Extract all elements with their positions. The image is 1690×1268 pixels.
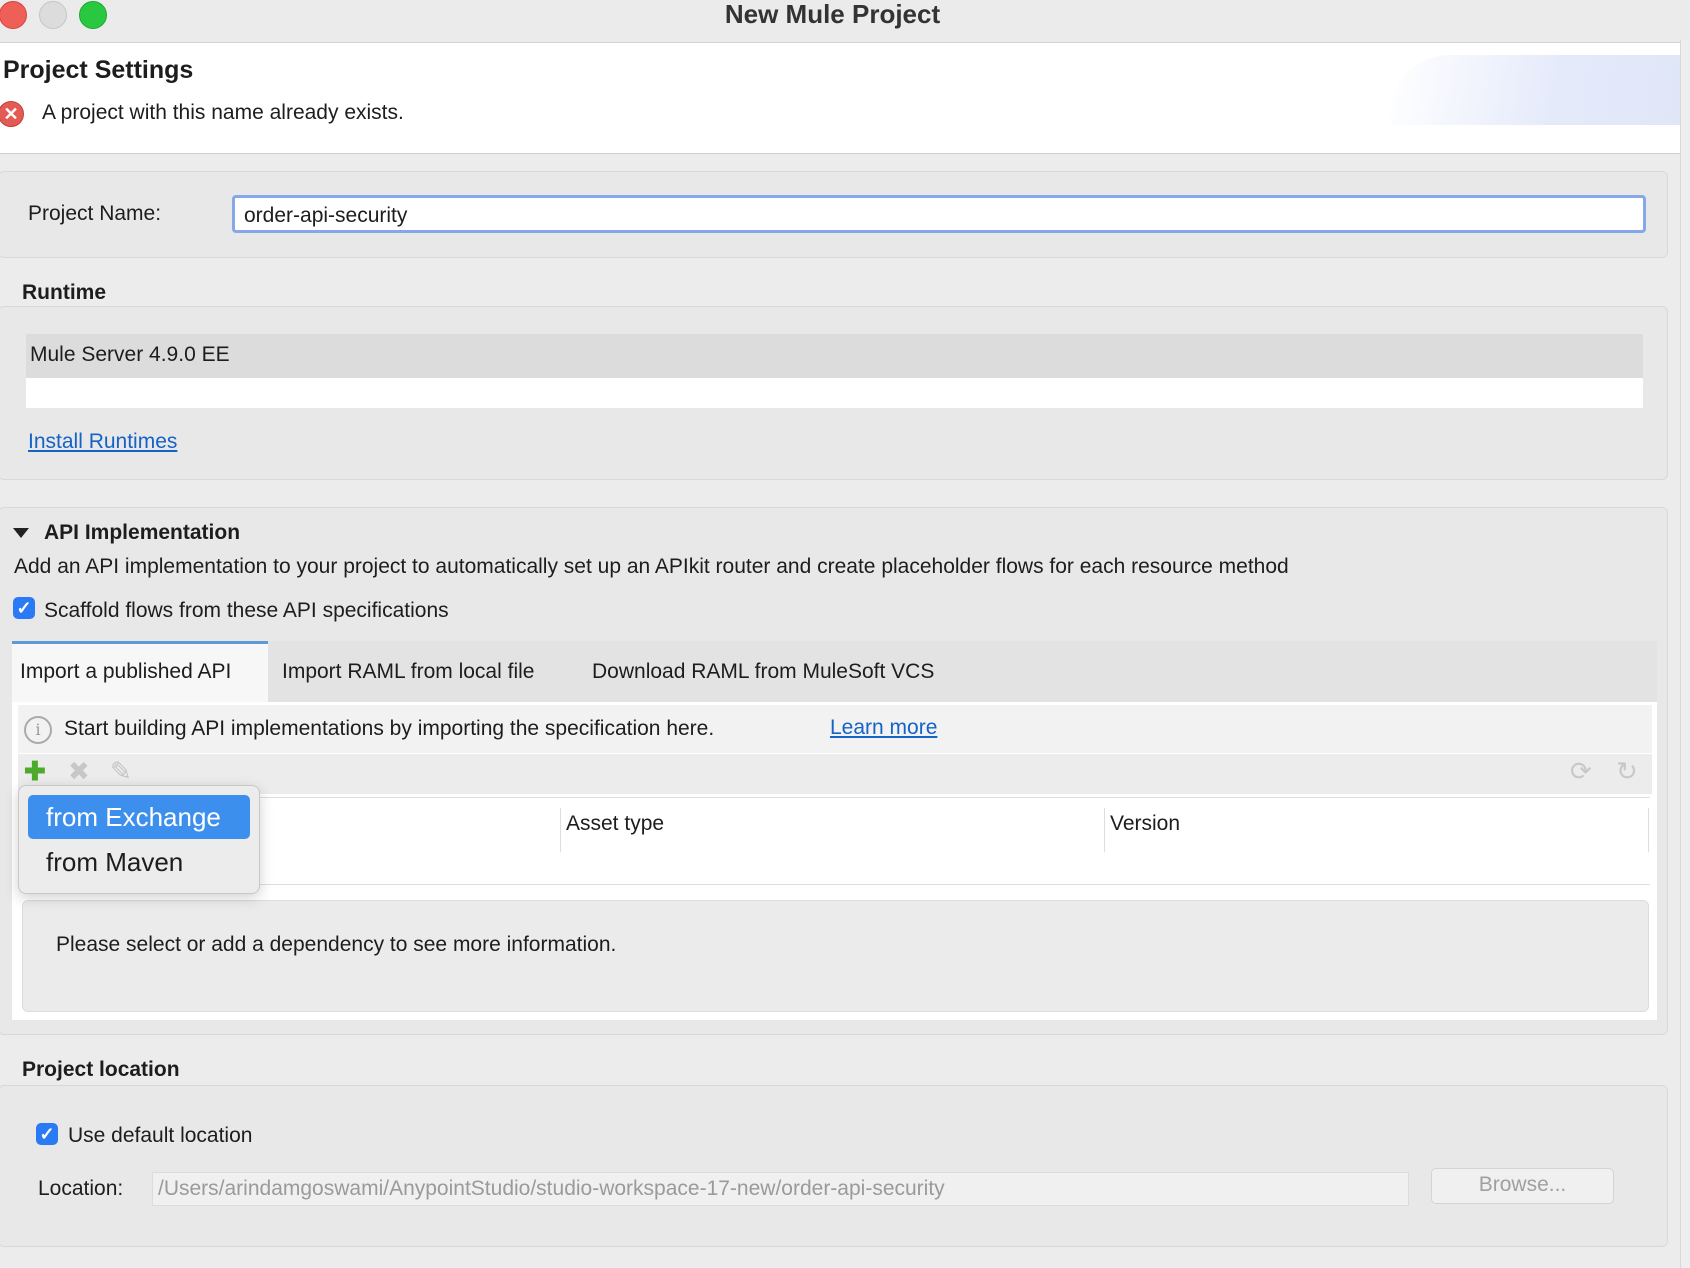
banner-graphic xyxy=(1390,55,1690,125)
column-header-asset-type[interactable]: Asset type xyxy=(566,812,664,836)
location-label: Location: xyxy=(38,1177,124,1200)
use-default-location-label[interactable]: Use default location xyxy=(68,1124,252,1148)
remove-x-icon[interactable]: ✖ xyxy=(68,756,90,786)
info-icon: i xyxy=(24,716,52,744)
column-header-version[interactable]: Version xyxy=(1110,812,1180,836)
window-title: New Mule Project xyxy=(724,0,941,29)
learn-more-link[interactable]: Learn more xyxy=(830,716,937,740)
tab-download-raml-vcs[interactable]: Download RAML from MuleSoft VCS xyxy=(584,641,942,702)
refresh-icon[interactable]: ⟳ xyxy=(1570,756,1592,786)
scaffold-checkbox[interactable]: ✓ xyxy=(13,597,35,619)
runtime-section-title: Runtime xyxy=(22,281,106,304)
menu-item-from-maven[interactable]: from Maven xyxy=(28,840,250,884)
api-implementation-description: Add an API implementation to your projec… xyxy=(14,555,1289,578)
tab-import-raml-local-file[interactable]: Import RAML from local file xyxy=(274,641,542,702)
info-text: Start building API implementations by im… xyxy=(64,717,715,740)
browse-button[interactable]: Browse... xyxy=(1431,1168,1614,1204)
project-location-title: Project location xyxy=(22,1058,180,1081)
project-location-group xyxy=(0,1085,1668,1247)
runtime-list-item-label: Mule Server 4.9.0 EE xyxy=(30,343,230,366)
window-scrollbar[interactable] xyxy=(1680,40,1690,1268)
dependency-table-header xyxy=(20,797,1650,853)
update-version-icon[interactable]: ↻ xyxy=(1616,756,1638,786)
project-name-input[interactable]: order-api-security xyxy=(232,195,1646,233)
runtime-list-item-selected[interactable] xyxy=(26,334,1643,378)
collapse-triangle-icon[interactable] xyxy=(13,528,29,538)
location-input[interactable]: /Users/arindamgoswami/AnypointStudio/stu… xyxy=(152,1172,1409,1206)
tab-import-published-api[interactable]: Import a published API xyxy=(12,641,268,702)
table-row[interactable] xyxy=(20,852,1650,885)
use-default-location-checkbox[interactable]: ✓ xyxy=(36,1123,58,1145)
add-plus-icon[interactable]: ✚ xyxy=(24,756,46,786)
error-message: A project with this name already exists. xyxy=(42,101,404,124)
dependency-details-text: Please select or add a dependency to see… xyxy=(56,933,617,956)
api-implementation-title[interactable]: API Implementation xyxy=(44,521,240,545)
project-name-label: Project Name: xyxy=(28,202,162,225)
dependency-toolbar xyxy=(18,754,1652,794)
install-runtimes-link[interactable]: Install Runtimes xyxy=(28,430,177,454)
scaffold-checkbox-label[interactable]: Scaffold flows from these API specificat… xyxy=(44,599,449,623)
wizard-banner xyxy=(0,43,1690,154)
edit-icon[interactable]: ✎ xyxy=(110,756,132,786)
page-title: Project Settings xyxy=(3,56,194,84)
menu-item-from-exchange[interactable]: from Exchange xyxy=(28,795,250,839)
